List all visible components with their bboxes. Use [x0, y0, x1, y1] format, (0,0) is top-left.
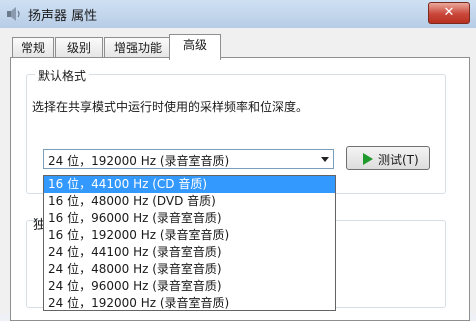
title-bar: 扬声器 属性 ✕ — [0, 0, 476, 29]
play-icon — [363, 153, 373, 165]
test-button[interactable]: 测试(T) — [346, 146, 430, 170]
chevron-down-icon[interactable] — [321, 157, 329, 162]
dropdown-option[interactable]: 24 位，48000 Hz (录音室音质) — [44, 261, 335, 278]
tab-levels[interactable]: 级别 — [55, 37, 103, 58]
dropdown-option[interactable]: 16 位，48000 Hz (DVD 音质) — [44, 193, 335, 210]
close-button[interactable]: ✕ — [428, 2, 470, 24]
sample-rate-select-value: 24 位，192000 Hz (录音室音质) — [48, 154, 230, 168]
tab-general[interactable]: 常规 — [12, 37, 54, 58]
dropdown-option[interactable]: 16 位，96000 Hz (录音室音质) — [44, 210, 335, 227]
tab-enhancements[interactable]: 增强功能 — [104, 37, 172, 58]
speaker-icon — [7, 7, 20, 21]
default-format-legend: 默认格式 — [35, 67, 90, 84]
window-title: 扬声器 属性 — [28, 9, 98, 24]
dropdown-option[interactable]: 24 位，96000 Hz (录音室音质) — [44, 278, 335, 295]
exclusive-mode-legend: 独 — [33, 218, 43, 233]
sample-rate-select[interactable]: 24 位，192000 Hz (录音室音质) — [43, 149, 334, 169]
dropdown-option[interactable]: 16 位，192000 Hz (录音室音质) — [44, 227, 335, 244]
sample-rate-dropdown-list: 16 位，44100 Hz (CD 音质) 16 位，48000 Hz (DVD… — [43, 175, 336, 311]
default-format-description: 选择在共享模式中运行时使用的采样频率和位深度。 — [32, 100, 309, 114]
tab-advanced[interactable]: 高级 — [169, 34, 221, 60]
dropdown-option[interactable]: 16 位，44100 Hz (CD 音质) — [44, 176, 335, 193]
dropdown-option[interactable]: 24 位，192000 Hz (录音室音质) — [44, 295, 335, 312]
test-button-label: 测试(T) — [378, 153, 419, 167]
dropdown-option[interactable]: 24 位，44100 Hz (录音室音质) — [44, 244, 335, 261]
